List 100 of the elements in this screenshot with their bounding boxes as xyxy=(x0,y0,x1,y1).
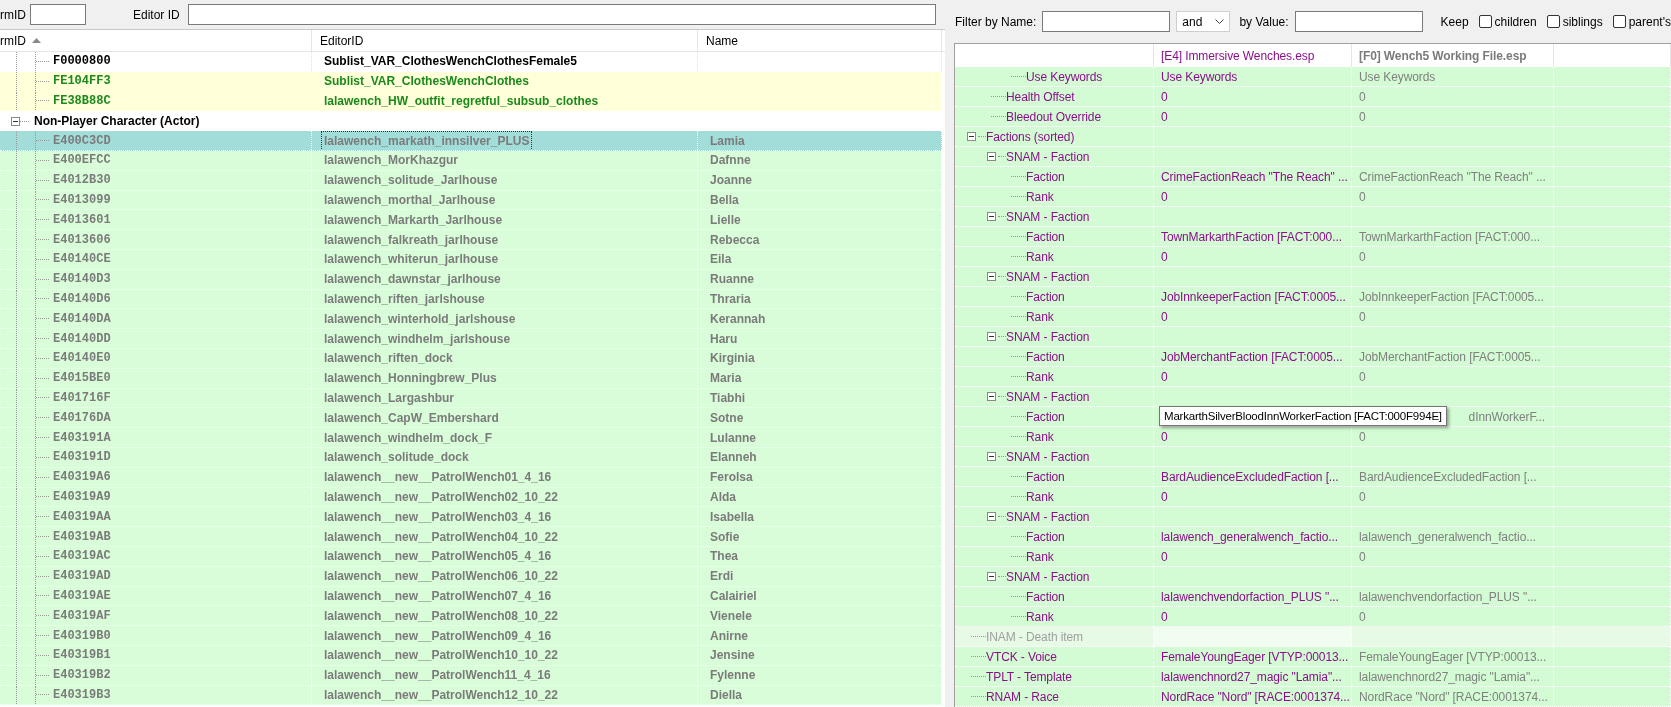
table-row[interactable]: E4013606 lalawench_falkreath_jarlhouse Rebecca xyxy=(0,230,942,250)
table-row[interactable]: E400EFCC lalawench_MorKhazgur Dafnne xyxy=(0,151,942,171)
tree-row[interactable]: Rank 0 0 xyxy=(955,547,1671,567)
collapse-icon[interactable] xyxy=(987,452,996,461)
table-row[interactable]: E40140D6 lalawench_riften_jarlshouse Thraria xyxy=(0,289,942,310)
column-header[interactable]: rmID xyxy=(0,30,312,51)
tree-row[interactable]: SNAM - Faction xyxy=(955,147,1671,167)
collapse-icon[interactable] xyxy=(987,212,996,221)
checkbox-label[interactable]: children xyxy=(1494,14,1537,29)
field-label: rmID xyxy=(0,7,26,22)
checkbox-label[interactable]: siblings xyxy=(1562,14,1603,29)
checkbox-label[interactable]: parent's xyxy=(1628,14,1671,29)
form-id-text: E40319B3 xyxy=(53,687,111,702)
tree-row[interactable]: Faction CrimeFactionReach "The Reach" ... CrimeFactionReach "The Reach" ... xyxy=(955,167,1671,187)
column-header[interactable]: Name xyxy=(698,30,942,51)
field-name: SNAM - Faction xyxy=(1006,209,1090,224)
collapse-icon[interactable] xyxy=(987,332,996,341)
table-row[interactable]: E40319AD lalawench__new__PatrolWench06_10_22 Erdi xyxy=(0,566,942,587)
filter-label: by Value: xyxy=(1239,14,1289,29)
value-filter-field[interactable] xyxy=(1294,11,1423,32)
collapse-icon[interactable] xyxy=(987,572,996,581)
form-id-text: E40319AE xyxy=(53,588,111,603)
checkbox[interactable] xyxy=(1478,15,1492,28)
table-row[interactable]: E40319B1 lalawench__new__PatrolWench10_10_22 Jensine xyxy=(0,645,942,666)
tree-row[interactable]: Factions (sorted) xyxy=(955,127,1671,147)
table-row[interactable]: E4013601 lalawench_Markarth_Jarlhouse Lielle xyxy=(0,210,942,231)
tree-row[interactable]: TPLT - Template lalawenchnord27_magic "Lamia"... lalawenchnord27_magic "Lamia"... xyxy=(955,667,1671,687)
editor-id-field[interactable] xyxy=(187,4,936,25)
tree-row[interactable]: Faction lalawench_generalwench_factio... lalawench_generalwench_factio... xyxy=(955,527,1671,547)
operator-dropdown[interactable]: and xyxy=(1176,11,1231,32)
column-header[interactable]: EditorID xyxy=(312,30,698,51)
group-label[interactable]: Non-Player Character (Actor) xyxy=(34,114,200,129)
tree-row[interactable]: Rank 0 0 xyxy=(955,427,1671,447)
table-row[interactable]: E40140E0 lalawench_riften_dock Kirginia xyxy=(0,348,942,369)
column-header[interactable]: [F0] Wench5 Working File.esp xyxy=(1359,48,1527,63)
table-row[interactable]: E4012B30 lalawench_solitude_Jarlhouse Joanne xyxy=(0,170,942,191)
tree-row[interactable]: Faction TownMarkarthFaction [FACT:000... TownMarkarthFaction [FACT:000... xyxy=(955,227,1671,247)
tree-row[interactable]: Bleedout Override 0 0 xyxy=(955,107,1671,127)
table-row[interactable]: E40319B0 lalawench__new__PatrolWench09_4_16 Anirne xyxy=(0,626,942,646)
table-row[interactable]: E40176DA lalawench_CapW_Embershard Sotne xyxy=(0,408,942,429)
table-row[interactable]: E40319B3 lalawench__new__PatrolWench12_10_22 Diella xyxy=(0,685,942,706)
table-row[interactable]: FE38B88C lalawench_HW_outfit_regretful_subsub_clothes xyxy=(0,91,942,112)
table-row[interactable]: E40319AA lalawench__new__PatrolWench03_4_16 Isabella xyxy=(0,507,942,528)
tree-row[interactable]: Health Offset 0 0 xyxy=(955,87,1671,107)
table-row[interactable]: FE104FF3 Sublist_VAR_ClothesWenchClothes xyxy=(0,71,942,92)
table-row[interactable]: E4015BE0 lalawench_Honningbrew_Plus Maria xyxy=(0,368,942,389)
tree-row[interactable]: Rank 0 0 xyxy=(955,187,1671,207)
tree-row[interactable]: VTCK - Voice FemaleYoungEager [VTYP:00013... FemaleYoungEager [VTYP:00013... xyxy=(955,647,1671,667)
table-row[interactable]: E40140DD lalawench_windhelm_jarlshouse Haru xyxy=(0,329,942,349)
field-value: Use Keywords xyxy=(1160,69,1238,84)
name-filter-field[interactable] xyxy=(1042,11,1171,32)
tree-row[interactable]: Faction BardAudienceExcludedFaction [... BardAudienceExcludedFaction [... xyxy=(955,467,1671,487)
collapse-icon[interactable] xyxy=(987,392,996,401)
table-row[interactable]: E401716F lalawench_Largashbur Tiabhi xyxy=(0,388,942,409)
table-row[interactable]: E40319AF lalawench__new__PatrolWench08_10_22 Vienele xyxy=(0,606,942,627)
form-id-text: F0000800 xyxy=(53,54,111,69)
collapse-icon[interactable] xyxy=(11,116,20,126)
tree-row[interactable]: Faction JobMerchantFaction [FACT:0005... JobMerchantFaction [FACT:0005... xyxy=(955,347,1671,367)
tree-row[interactable]: Rank 0 0 xyxy=(955,487,1671,507)
tree-row[interactable]: SNAM - Faction xyxy=(955,567,1671,587)
tree-row[interactable]: SNAM - Faction xyxy=(955,447,1671,467)
table-row[interactable]: E40319AB lalawench__new__PatrolWench04_10_22 Sofie xyxy=(0,527,942,547)
table-row[interactable]: E40319B2 lalawench__new__PatrolWench11_4_16 Fylenne xyxy=(0,665,942,686)
tree-row[interactable]: RNAM - Race NordRace "Nord" [RACE:0001374... NordRace "Nord" [RACE:0001374... xyxy=(955,687,1671,707)
table-row[interactable]: E4013099 lalawench_morthal_Jarlhouse Bella xyxy=(0,190,942,211)
tree-row[interactable]: Rank 0 0 xyxy=(955,307,1671,327)
column-header[interactable]: [E4] Immersive Wenches.esp xyxy=(1161,48,1315,63)
table-row[interactable]: E40140DA lalawench_winterhold_jarlshouse Kerannah xyxy=(0,309,942,330)
table-row[interactable]: E403191D lalawench_solitude_dock Elanneh xyxy=(0,447,942,468)
table-row[interactable]: E40319AE lalawench__new__PatrolWench07_4_16 Calairiel xyxy=(0,586,942,607)
tree-row[interactable]: Rank 0 0 xyxy=(955,247,1671,267)
tree-row[interactable]: SNAM - Faction xyxy=(955,207,1671,227)
collapse-icon[interactable] xyxy=(987,152,996,161)
editor-id-text: lalawench__new__PatrolWench03_4_16 xyxy=(324,509,552,524)
tree-row[interactable]: SNAM - Faction xyxy=(955,387,1671,407)
table-row[interactable]: E40319A6 lalawench__new__PatrolWench01_4_16 Ferolsa xyxy=(0,467,942,488)
tree-row[interactable]: SNAM - Faction xyxy=(955,327,1671,347)
checkbox[interactable] xyxy=(1546,15,1560,28)
field-value: 0 xyxy=(1160,429,1168,444)
collapse-icon[interactable] xyxy=(967,132,976,141)
tree-row[interactable]: Use Keywords Use Keywords Use Keywords xyxy=(955,67,1671,87)
form-id-text: E401716F xyxy=(53,390,111,405)
collapse-icon[interactable] xyxy=(987,272,996,281)
table-row[interactable]: E40140CE lalawench_whiterun_jarlhouse Eila xyxy=(0,249,942,270)
field-name: Rank xyxy=(1026,249,1054,264)
tree-row[interactable]: SNAM - Faction xyxy=(955,507,1671,527)
tree-row[interactable]: Faction lalawenchvendorfaction_PLUS "... lalawenchvendorfaction_PLUS "... xyxy=(955,587,1671,607)
field-value: 0 xyxy=(1358,249,1366,264)
tree-row[interactable]: Faction MarkarthSilverBloodInnWorkerFaction [FACT:000F994E] dInnWorkerF... xyxy=(955,407,1671,427)
tree-row[interactable]: Rank 0 0 xyxy=(955,367,1671,387)
tree-row[interactable]: Faction JobInnkeeperFaction [FACT:0005... JobInnkeeperFaction [FACT:0005... xyxy=(955,287,1671,307)
tree-row[interactable]: SNAM - Faction xyxy=(955,267,1671,287)
table-row[interactable]: E40140D3 lalawench_dawnstar_jarlhouse Ruanne xyxy=(0,269,942,290)
checkbox[interactable] xyxy=(1612,15,1626,28)
table-row[interactable]: E40319A9 lalawench__new__PatrolWench02_10_22 Alda xyxy=(0,487,942,508)
tree-row[interactable]: Rank 0 0 xyxy=(955,607,1671,627)
table-row[interactable]: E40319AC lalawench__new__PatrolWench05_4_16 Thea xyxy=(0,546,942,567)
table-row[interactable]: E403191A lalawench_windhelm_dock_F Lulanne xyxy=(0,428,942,448)
collapse-icon[interactable] xyxy=(987,512,996,521)
form-id-field[interactable] xyxy=(30,4,86,25)
